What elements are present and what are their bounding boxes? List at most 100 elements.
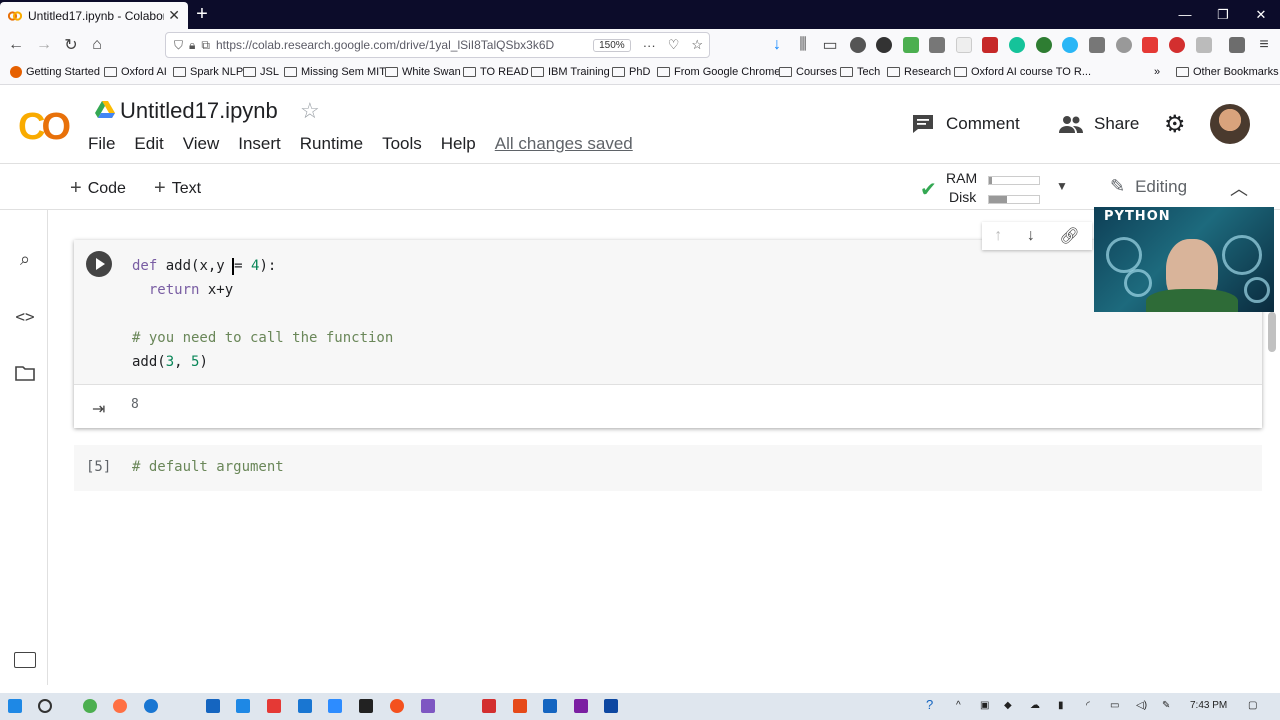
menu-runtime[interactable]: Runtime	[300, 134, 363, 154]
bookmark-item[interactable]: Missing Sem MIT	[284, 66, 386, 78]
bookmark-item[interactable]: White Swan	[385, 66, 461, 78]
app-icon[interactable]	[390, 699, 404, 713]
add-code-cell-button[interactable]: + Code	[70, 177, 126, 200]
chevron-up-icon[interactable]: ^	[956, 700, 961, 711]
app-icon[interactable]	[236, 699, 250, 713]
extensions-menu-icon[interactable]	[1229, 37, 1245, 53]
extension-icon[interactable]	[1089, 37, 1105, 53]
bookmark-item[interactable]: Oxford AI	[104, 66, 167, 78]
chrome-icon[interactable]	[83, 699, 97, 713]
extension-icon[interactable]	[929, 37, 945, 53]
code-cell[interactable]: [5] # default argument	[74, 445, 1262, 491]
bookmark-item[interactable]: Tech	[840, 66, 880, 78]
bookmark-item[interactable]: From Google Chrome	[657, 66, 780, 78]
tray-app-icon[interactable]: ▣	[980, 700, 989, 711]
forward-icon[interactable]: →	[32, 33, 56, 57]
library-icon[interactable]: ⫼	[791, 33, 815, 57]
bookmark-item[interactable]: IBM Training	[531, 66, 610, 78]
app-icon[interactable]	[421, 699, 435, 713]
notebook-title[interactable]: Untitled17.ipynb	[120, 98, 278, 124]
extension-icon[interactable]	[1062, 37, 1078, 53]
app-icon[interactable]	[604, 699, 618, 713]
url-bar[interactable]: ⛉ 🔒︎ ⧉ https://colab.research.google.com…	[165, 32, 710, 58]
chevron-down-icon[interactable]: ▼	[1056, 179, 1068, 193]
bookmark-item[interactable]: JSL	[243, 66, 279, 78]
terminal-icon[interactable]	[14, 652, 36, 668]
more-bookmarks-icon[interactable]: »	[1154, 66, 1160, 78]
hamburger-menu-icon[interactable]: ≡	[1252, 33, 1276, 57]
menu-help[interactable]: Help	[441, 134, 476, 154]
app-icon[interactable]	[359, 699, 373, 713]
settings-gear-icon[interactable]: ⚙	[1164, 110, 1186, 139]
downloads-icon[interactable]: ↓	[765, 33, 789, 57]
pocket-icon[interactable]: ♡	[668, 37, 680, 53]
microphone-icon[interactable]: ▮	[1058, 700, 1064, 711]
extension-icon[interactable]	[1196, 37, 1212, 53]
back-icon[interactable]: ←	[4, 33, 28, 57]
browser-tab-colab[interactable]: Untitled17.ipynb - Colaborator ✕	[0, 2, 188, 29]
grammarly-icon[interactable]	[1009, 37, 1025, 53]
move-cell-down-icon[interactable]: ↓	[1027, 227, 1035, 245]
menu-insert[interactable]: Insert	[238, 134, 281, 154]
extension-icon[interactable]	[876, 37, 892, 53]
app-icon[interactable]	[267, 699, 281, 713]
pen-icon[interactable]: ✎	[1162, 700, 1170, 711]
bookmark-item[interactable]: Research	[887, 66, 951, 78]
bookmark-item[interactable]: Oxford AI course TO R...	[954, 66, 1091, 78]
app-icon[interactable]	[482, 699, 496, 713]
extension-icon[interactable]	[956, 37, 972, 53]
edge-icon[interactable]	[144, 699, 158, 713]
shield-icon[interactable]: ⛉	[174, 38, 183, 53]
extension-icon[interactable]	[1169, 37, 1185, 53]
page-actions-icon[interactable]: ···	[643, 38, 656, 53]
permissions-icon[interactable]: ⧉	[201, 38, 210, 53]
code-editor[interactable]: def add(x,y = 4): return x+y # you need …	[132, 254, 393, 374]
sidebar-toggle-icon[interactable]: ▭	[818, 33, 842, 57]
bookmark-item[interactable]: Courses	[779, 66, 837, 78]
zoom-app-icon[interactable]	[328, 699, 342, 713]
search-icon[interactable]: ⌕	[14, 248, 36, 270]
minimize-icon[interactable]: —	[1166, 0, 1204, 29]
move-cell-up-icon[interactable]: ↑	[994, 227, 1002, 245]
powerpoint-icon[interactable]	[513, 699, 527, 713]
restore-icon[interactable]: ❐	[1204, 0, 1242, 29]
share-button[interactable]: Share	[1058, 114, 1139, 134]
app-icon[interactable]	[298, 699, 312, 713]
menu-file[interactable]: File	[88, 134, 115, 154]
bookmark-item[interactable]: Getting Started	[10, 66, 100, 78]
bookmark-star-icon[interactable]: ☆	[691, 37, 703, 53]
colab-logo[interactable]: CO	[18, 106, 71, 149]
volume-icon[interactable]: ◁)	[1136, 700, 1147, 711]
battery-icon[interactable]: ▭	[1110, 700, 1119, 711]
cloud-icon[interactable]: ☁	[1030, 700, 1040, 711]
home-icon[interactable]: ⌂	[85, 33, 109, 57]
run-cell-button[interactable]	[86, 251, 112, 277]
bookmark-item[interactable]: Spark NLP	[173, 66, 243, 78]
extension-icon[interactable]	[850, 37, 866, 53]
scrollbar[interactable]	[1268, 312, 1276, 352]
taskbar-clock[interactable]: 7:43 PM	[1190, 700, 1227, 711]
avatar[interactable]	[1210, 104, 1250, 144]
chevron-up-icon[interactable]: ︿	[1230, 175, 1248, 201]
bookmark-other[interactable]: Other Bookmarks	[1176, 66, 1279, 78]
windows-start-icon[interactable]	[8, 699, 22, 713]
mail-icon[interactable]	[206, 699, 220, 713]
lock-icon[interactable]: 🔒︎	[189, 38, 195, 53]
close-window-icon[interactable]: ✕	[1242, 0, 1280, 29]
extension-icon[interactable]	[1142, 37, 1158, 53]
star-icon[interactable]: ☆	[300, 98, 320, 124]
extension-icon[interactable]	[982, 37, 998, 53]
url-text[interactable]: https://colab.research.google.com/drive/…	[216, 38, 593, 52]
comment-button[interactable]: Comment	[912, 114, 1020, 134]
extension-icon[interactable]	[1116, 37, 1132, 53]
close-tab-icon[interactable]: ✕	[168, 7, 180, 24]
extension-icon[interactable]	[1036, 37, 1052, 53]
editing-mode-button[interactable]: ✎ Editing	[1110, 176, 1187, 197]
wifi-icon[interactable]: ◜	[1086, 700, 1090, 711]
new-tab-icon[interactable]: +	[192, 3, 212, 25]
reload-icon[interactable]: ↻	[59, 33, 83, 57]
word-icon[interactable]	[543, 699, 557, 713]
runtime-resources[interactable]: ✔ RAM Disk ▼	[920, 169, 1070, 207]
google-drive-icon[interactable]	[95, 101, 115, 119]
files-folder-icon[interactable]	[14, 362, 36, 384]
